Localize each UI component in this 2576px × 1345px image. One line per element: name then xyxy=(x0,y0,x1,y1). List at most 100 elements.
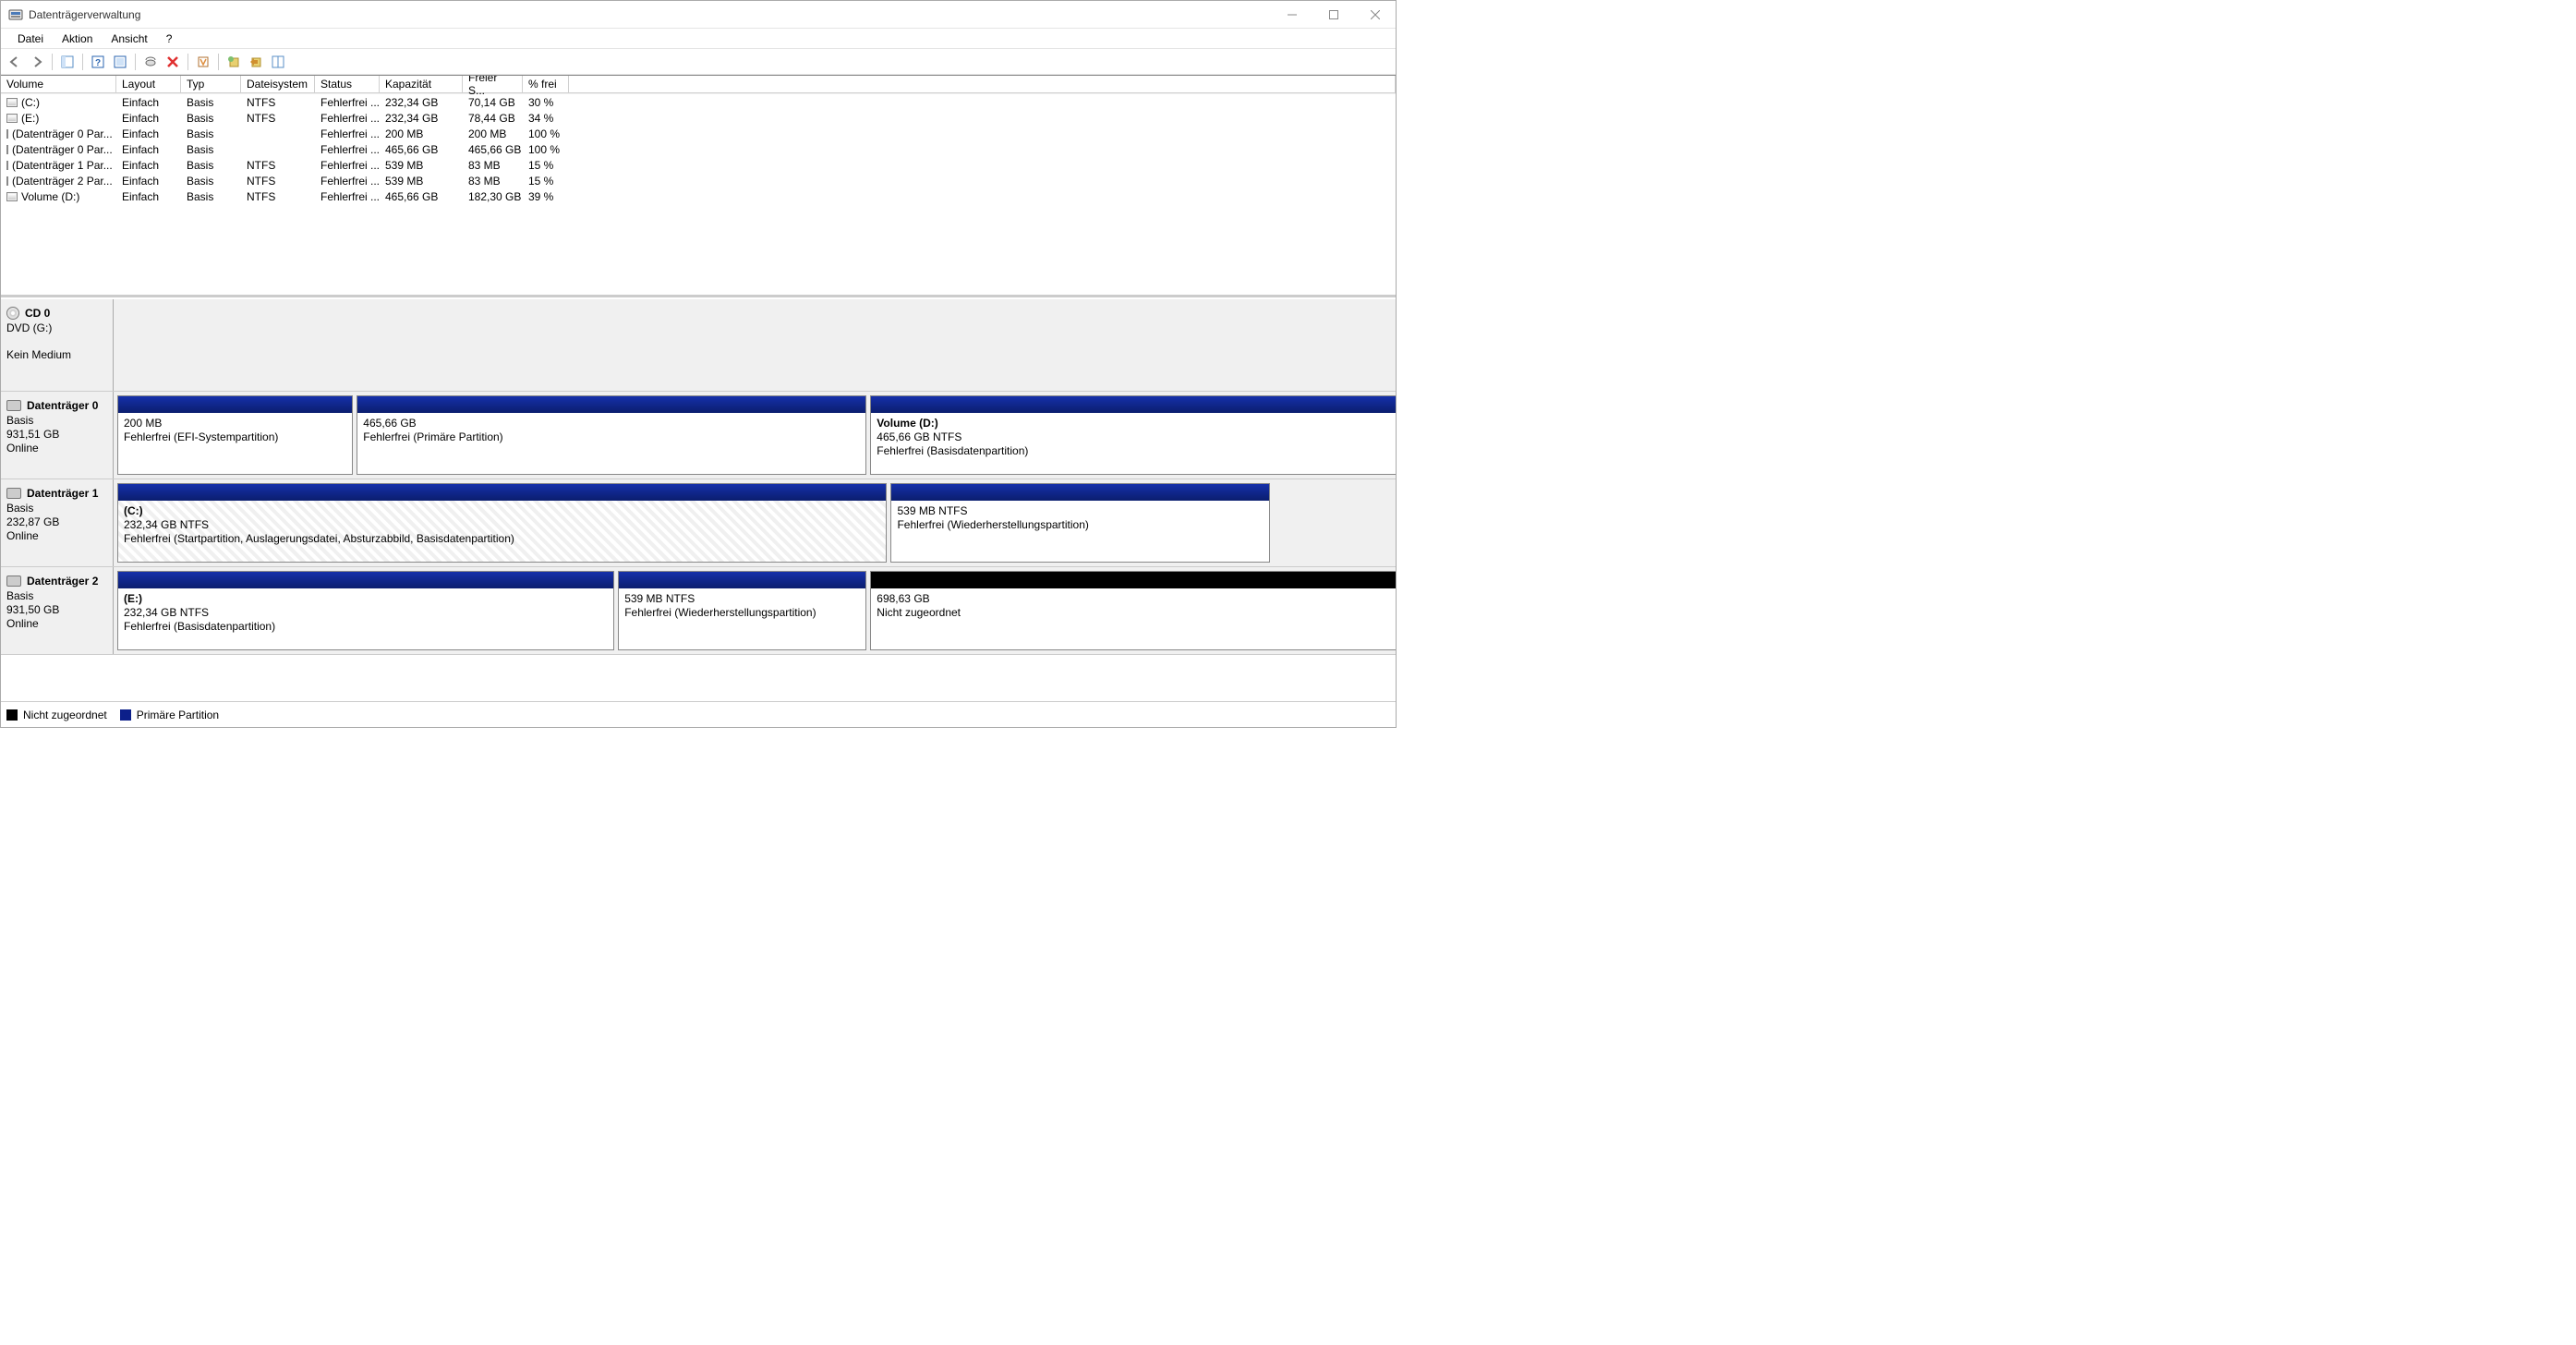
partition[interactable]: (C:)232,34 GB NTFSFehlerfrei (Startparti… xyxy=(117,483,887,563)
col-free[interactable]: Freier S... xyxy=(463,76,523,93)
volume-icon xyxy=(6,129,8,139)
col-type[interactable]: Typ xyxy=(181,76,241,93)
volume-free: 70,14 GB xyxy=(463,96,523,109)
volume-icon xyxy=(6,176,8,186)
col-capacity[interactable]: Kapazität xyxy=(380,76,463,93)
volume-status: Fehlerfrei ... xyxy=(315,96,380,109)
partition-body: 539 MB NTFSFehlerfrei (Wiederherstellung… xyxy=(891,501,1269,562)
minimize-button[interactable] xyxy=(1271,1,1312,28)
back-button[interactable] xyxy=(5,52,25,72)
attach-vhd-icon[interactable] xyxy=(246,52,266,72)
partition-header xyxy=(118,396,352,413)
volume-layout: Einfach xyxy=(116,190,181,203)
help-button[interactable]: ? xyxy=(88,52,108,72)
menu-help[interactable]: ? xyxy=(157,30,182,47)
volume-status: Fehlerfrei ... xyxy=(315,112,380,125)
disk-info[interactable]: Datenträger 2Basis931,50 GBOnline xyxy=(1,567,114,654)
col-volume[interactable]: Volume xyxy=(1,76,116,93)
partition[interactable]: 539 MB NTFSFehlerfrei (Wiederherstellung… xyxy=(890,483,1270,563)
show-hide-tree-button[interactable] xyxy=(57,52,78,72)
partition-status: Nicht zugeordnet xyxy=(877,606,1393,620)
new-partition-icon[interactable] xyxy=(224,52,244,72)
partition-size: 232,34 GB NTFS xyxy=(124,606,608,620)
disk-management-window: Datenträgerverwaltung Datei Aktion Ansic… xyxy=(0,0,1397,728)
partition-header xyxy=(871,396,1396,413)
volume-row[interactable]: (Datenträger 0 Par...EinfachBasisFehlerf… xyxy=(1,126,1396,141)
partition-size: 232,34 GB NTFS xyxy=(124,518,880,532)
hd-icon xyxy=(6,488,21,499)
menu-view[interactable]: Ansicht xyxy=(102,30,156,47)
disk-name: Datenträger 0 xyxy=(27,399,98,412)
volume-free: 83 MB xyxy=(463,159,523,172)
volume-type: Basis xyxy=(181,143,241,156)
menubar: Datei Aktion Ansicht ? xyxy=(1,29,1396,49)
volume-layout: Einfach xyxy=(116,127,181,140)
volume-fs: NTFS xyxy=(241,190,315,203)
volume-row[interactable]: Volume (D:)EinfachBasisNTFSFehlerfrei ..… xyxy=(1,188,1396,204)
menu-action[interactable]: Aktion xyxy=(53,30,102,47)
disk-status: Online xyxy=(6,529,107,543)
volume-row[interactable]: (Datenträger 1 Par...EinfachBasisNTFSFeh… xyxy=(1,157,1396,173)
disk-info[interactable]: Datenträger 1Basis232,87 GBOnline xyxy=(1,479,114,566)
volume-fs: NTFS xyxy=(241,175,315,188)
volume-type: Basis xyxy=(181,190,241,203)
delete-icon[interactable] xyxy=(163,52,183,72)
partition[interactable]: 698,63 GBNicht zugeordnet xyxy=(870,571,1396,650)
volume-pct: 15 % xyxy=(523,159,569,172)
close-button[interactable] xyxy=(1354,1,1396,28)
volume-row[interactable]: (Datenträger 0 Par...EinfachBasisFehlerf… xyxy=(1,141,1396,157)
cd-icon xyxy=(6,307,19,320)
disk-name: CD 0 xyxy=(25,307,50,320)
volume-layout: Einfach xyxy=(116,143,181,156)
volume-fs: NTFS xyxy=(241,159,315,172)
volume-capacity: 539 MB xyxy=(380,159,463,172)
partition-status: Fehlerfrei (Wiederherstellungspartition) xyxy=(624,606,860,620)
partition[interactable]: 539 MB NTFSFehlerfrei (Wiederherstellung… xyxy=(618,571,866,650)
legend: Nicht zugeordnet Primäre Partition xyxy=(1,701,1396,727)
content-area: Volume Layout Typ Dateisystem Status Kap… xyxy=(1,75,1396,727)
volume-list-header: Volume Layout Typ Dateisystem Status Kap… xyxy=(1,76,1396,94)
disk-size: 232,87 GB xyxy=(6,515,107,529)
partition-body: 539 MB NTFSFehlerfrei (Wiederherstellung… xyxy=(619,588,865,649)
forward-button[interactable] xyxy=(27,52,47,72)
col-filesystem[interactable]: Dateisystem xyxy=(241,76,315,93)
disk-info[interactable]: CD 0DVD (G:)Kein Medium xyxy=(1,299,114,391)
volume-row[interactable]: (C:)EinfachBasisNTFSFehlerfrei ...232,34… xyxy=(1,94,1396,110)
disk-type: DVD (G:) xyxy=(6,321,107,335)
svg-text:?: ? xyxy=(95,58,101,68)
volume-pct: 100 % xyxy=(523,127,569,140)
disk-row: Datenträger 2Basis931,50 GBOnline (E:)23… xyxy=(1,567,1396,655)
disk-partitions: (C:)232,34 GB NTFSFehlerfrei (Startparti… xyxy=(114,479,1396,566)
disk-partitions: (E:)232,34 GB NTFSFehlerfrei (Basisdaten… xyxy=(114,567,1396,654)
legend-swatch-primary xyxy=(120,709,131,721)
col-layout[interactable]: Layout xyxy=(116,76,181,93)
partition-size: 465,66 GB xyxy=(363,417,860,430)
disk-size: 931,51 GB xyxy=(6,428,107,442)
volume-name: (Datenträger 0 Par... xyxy=(12,143,113,156)
partition[interactable]: Volume (D:)465,66 GB NTFSFehlerfrei (Bas… xyxy=(870,395,1396,475)
refresh-button[interactable] xyxy=(110,52,130,72)
partition[interactable]: 200 MBFehlerfrei (EFI-Systempartition) xyxy=(117,395,353,475)
volume-free: 78,44 GB xyxy=(463,112,523,125)
detach-vhd-icon[interactable] xyxy=(268,52,288,72)
rescan-disks-icon[interactable] xyxy=(140,52,161,72)
maximize-button[interactable] xyxy=(1312,1,1354,28)
volume-status: Fehlerfrei ... xyxy=(315,127,380,140)
volume-row[interactable]: (E:)EinfachBasisNTFSFehlerfrei ...232,34… xyxy=(1,110,1396,126)
menu-file[interactable]: Datei xyxy=(8,30,53,47)
volume-name: (C:) xyxy=(21,96,40,109)
partition-size: 698,63 GB xyxy=(877,592,1393,606)
partition[interactable]: 465,66 GBFehlerfrei (Primäre Partition) xyxy=(357,395,866,475)
partition[interactable]: (E:)232,34 GB NTFSFehlerfrei (Basisdaten… xyxy=(117,571,614,650)
partition-body: 698,63 GBNicht zugeordnet xyxy=(871,588,1396,649)
volume-row[interactable]: (Datenträger 2 Par...EinfachBasisNTFSFeh… xyxy=(1,173,1396,188)
volume-pct: 100 % xyxy=(523,143,569,156)
volume-icon xyxy=(6,98,18,107)
partition-body: (C:)232,34 GB NTFSFehlerfrei (Startparti… xyxy=(118,501,886,562)
col-status[interactable]: Status xyxy=(315,76,380,93)
volume-rows: (C:)EinfachBasisNTFSFehlerfrei ...232,34… xyxy=(1,94,1396,204)
volume-capacity: 465,66 GB xyxy=(380,143,463,156)
disk-info[interactable]: Datenträger 0Basis931,51 GBOnline xyxy=(1,392,114,479)
col-pct[interactable]: % frei xyxy=(523,76,569,93)
properties-icon[interactable] xyxy=(193,52,213,72)
